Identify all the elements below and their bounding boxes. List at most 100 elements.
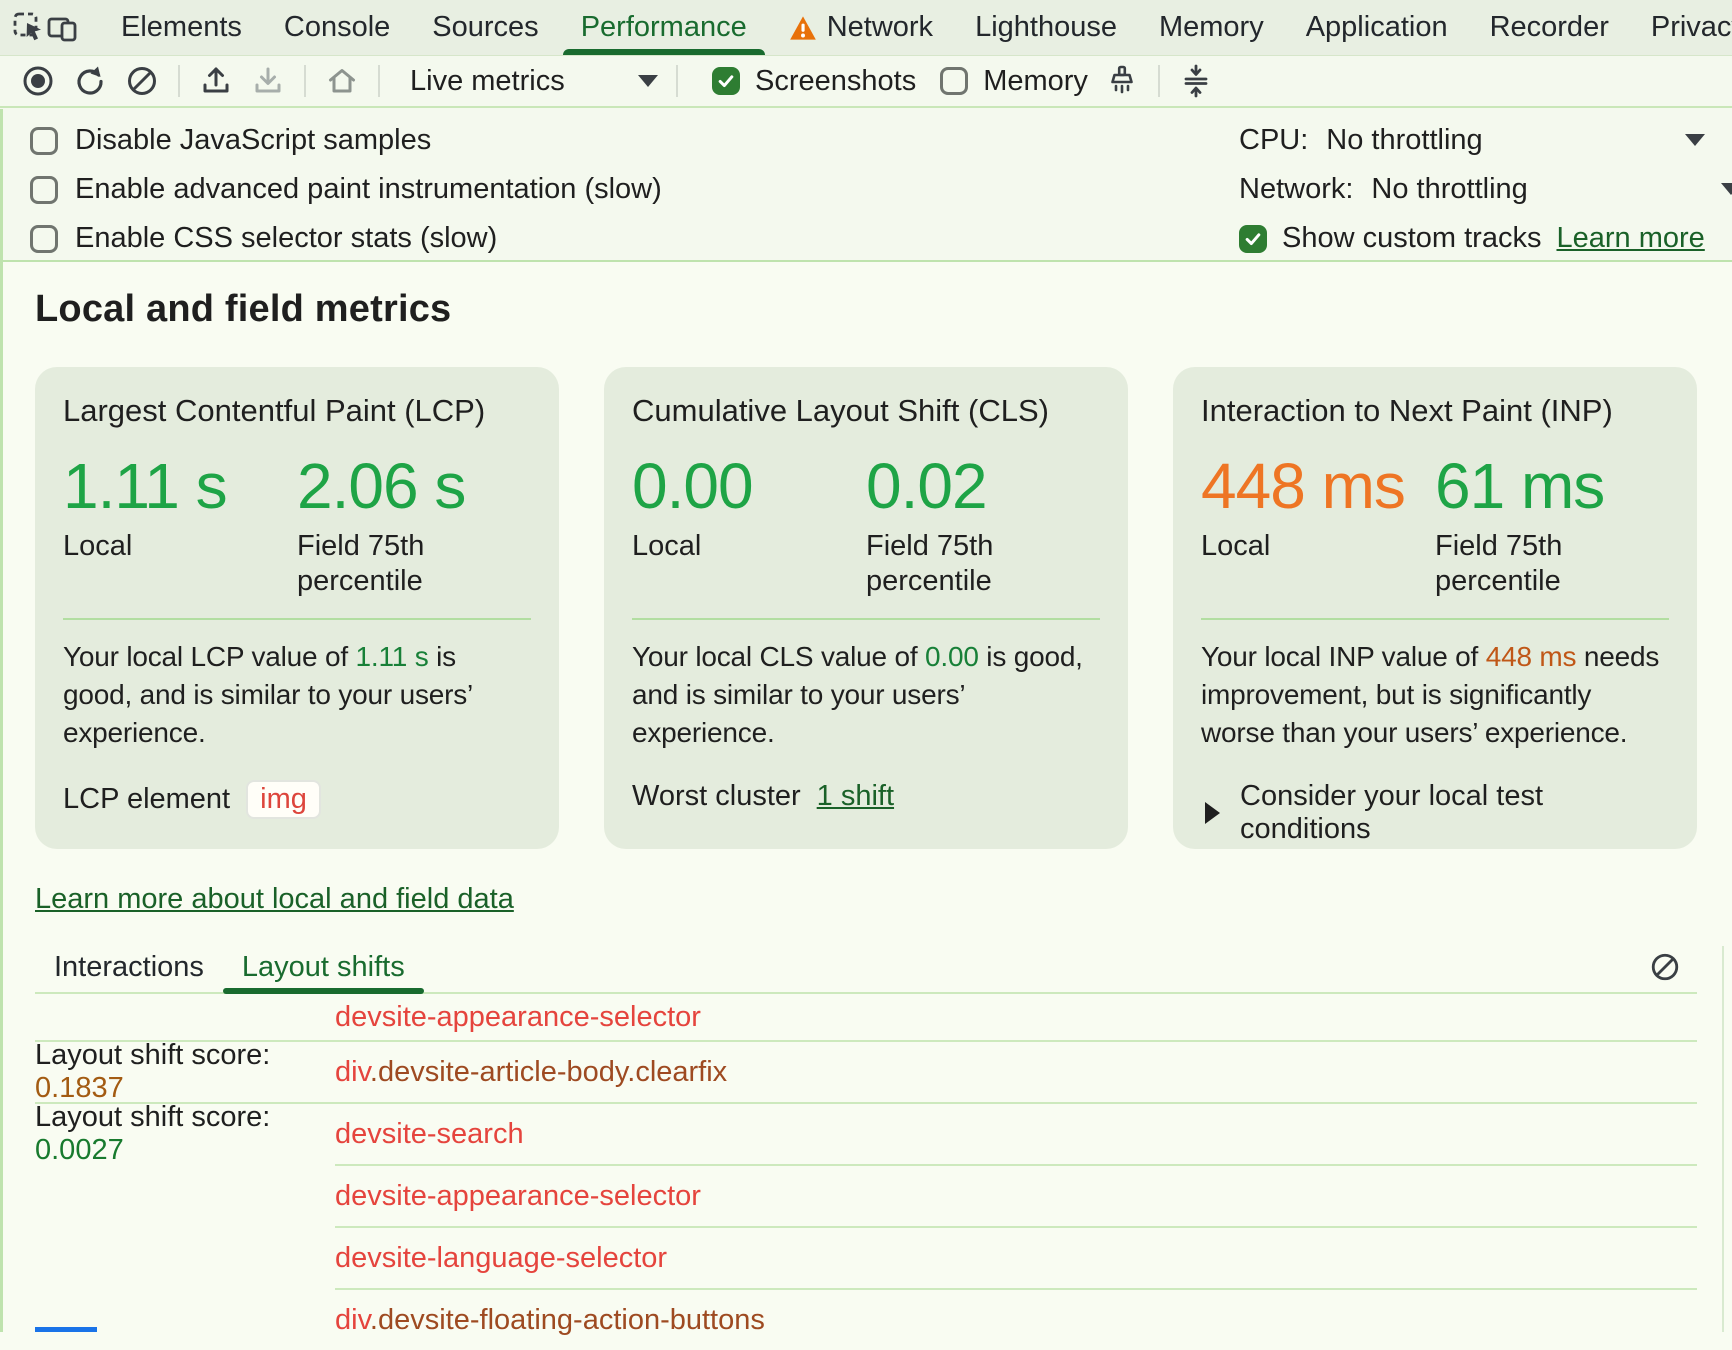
tab-memory[interactable]: Memory bbox=[1138, 0, 1285, 55]
screenshots-checkbox[interactable] bbox=[712, 67, 740, 95]
panel-mode-label: Live metrics bbox=[410, 65, 565, 98]
row-element-cell: devsite-appearance-selector bbox=[335, 1180, 701, 1213]
clear-log-icon[interactable] bbox=[1649, 951, 1681, 983]
cls-card-title: Cumulative Layout Shift (CLS) bbox=[632, 393, 1100, 429]
memory-checkbox[interactable] bbox=[940, 67, 968, 95]
warning-icon bbox=[789, 15, 817, 41]
save-profile-icon[interactable] bbox=[242, 60, 294, 102]
row-element-cell: div.devsite-article-body.clearfix bbox=[335, 1056, 727, 1089]
clear-icon[interactable] bbox=[116, 60, 168, 102]
row-element-cell: devsite-search bbox=[335, 1118, 524, 1151]
divider bbox=[178, 65, 180, 97]
worst-cluster-link[interactable]: 1 shift bbox=[817, 780, 894, 813]
local-test-conditions-disclosure[interactable]: Consider your local test conditions bbox=[1201, 780, 1669, 846]
element-link[interactable]: devsite-appearance-selector bbox=[335, 1180, 701, 1212]
local-label: Local bbox=[1201, 529, 1435, 564]
tab-interactions[interactable]: Interactions bbox=[35, 942, 223, 992]
advanced-paint-checkbox[interactable] bbox=[30, 176, 58, 204]
field-label: Field 75th percentile bbox=[866, 529, 1100, 600]
tab-recorder[interactable]: Recorder bbox=[1469, 0, 1630, 55]
inp-field-value: 61 ms bbox=[1435, 449, 1669, 523]
check-icon bbox=[716, 71, 736, 91]
tab-privacy-sandbox[interactable]: Privacy Sand bbox=[1630, 0, 1732, 55]
inp-field-value-block: 61 ms Field 75th percentile bbox=[1435, 449, 1669, 600]
advanced-paint-label: Enable advanced paint instrumentation (s… bbox=[75, 173, 662, 206]
row-element-cell: devsite-language-selector bbox=[335, 1242, 667, 1275]
worst-cluster-label: Worst cluster bbox=[632, 780, 801, 813]
live-metrics-view: Local and field metrics Largest Contentf… bbox=[0, 288, 1732, 1350]
lcp-description: Your local LCP value of 1.11 s is good, … bbox=[63, 638, 531, 752]
inp-inline-value: 448 ms bbox=[1486, 641, 1577, 672]
inp-local-value-block: 448 ms Local bbox=[1201, 449, 1435, 600]
home-icon[interactable] bbox=[316, 60, 368, 102]
screenshots-label: Screenshots bbox=[755, 65, 916, 98]
tab-performance[interactable]: Performance bbox=[560, 0, 768, 55]
tab-elements[interactable]: Elements bbox=[100, 0, 263, 55]
scrollbar[interactable] bbox=[1722, 946, 1724, 1332]
inp-description: Your local INP value of 448 ms needs imp… bbox=[1201, 638, 1669, 752]
throttling-column: CPU: No throttling Network: No throttlin… bbox=[1239, 116, 1732, 263]
inp-card: Interaction to Next Paint (INP) 448 ms L… bbox=[1173, 367, 1697, 849]
inspect-element-icon[interactable] bbox=[12, 5, 46, 51]
tab-label: Interactions bbox=[54, 951, 204, 984]
table-row: div.devsite-floating-action-buttons bbox=[35, 1290, 1697, 1350]
performance-toolbar: Live metrics Screenshots Memory bbox=[0, 56, 1732, 108]
field-label: Field 75th percentile bbox=[1435, 529, 1669, 600]
element-link[interactable]: devsite-search bbox=[335, 1118, 524, 1150]
tab-lighthouse[interactable]: Lighthouse bbox=[954, 0, 1138, 55]
cls-local-value: 0.00 bbox=[632, 449, 866, 523]
tab-console[interactable]: Console bbox=[263, 0, 411, 55]
tab-network[interactable]: Network bbox=[768, 0, 954, 55]
layout-shifts-table: devsite-appearance-selector Layout shift… bbox=[35, 994, 1697, 1350]
chevron-down-icon[interactable] bbox=[1685, 134, 1705, 146]
table-row: devsite-language-selector bbox=[35, 1228, 1697, 1288]
row-score-cell: Layout shift score: 0.0027 bbox=[35, 1101, 335, 1167]
load-profile-icon[interactable] bbox=[190, 60, 242, 102]
disable-js-samples-label: Disable JavaScript samples bbox=[75, 124, 431, 157]
lcp-field-value-block: 2.06 s Field 75th percentile bbox=[297, 449, 531, 600]
network-throttling-select[interactable]: No throttling bbox=[1371, 173, 1527, 206]
lcp-inline-value: 1.11 s bbox=[356, 641, 429, 672]
tab-application[interactable]: Application bbox=[1285, 0, 1469, 55]
tab-label: Sources bbox=[432, 11, 538, 44]
cls-inline-value: 0.00 bbox=[925, 641, 979, 672]
custom-tracks-row: Show custom tracks Learn more bbox=[1239, 214, 1732, 263]
element-link[interactable]: devsite-language-selector bbox=[335, 1242, 667, 1274]
memory-label: Memory bbox=[983, 65, 1088, 98]
local-label: Local bbox=[632, 529, 866, 564]
css-selector-stats-label: Enable CSS selector stats (slow) bbox=[75, 222, 497, 255]
tab-label: Privacy Sand bbox=[1651, 11, 1732, 44]
record-icon[interactable] bbox=[12, 60, 64, 102]
lcp-card-title: Largest Contentful Paint (LCP) bbox=[63, 393, 531, 429]
collect-garbage-icon[interactable] bbox=[1096, 60, 1148, 102]
custom-tracks-checkbox[interactable] bbox=[1239, 225, 1267, 253]
tab-label: Elements bbox=[121, 11, 242, 44]
custom-tracks-learn-more-link[interactable]: Learn more bbox=[1556, 222, 1704, 255]
tab-label: Memory bbox=[1159, 11, 1264, 44]
memory-toggle[interactable]: Memory bbox=[940, 65, 1088, 98]
field-data-learn-more-link[interactable]: Learn more about local and field data bbox=[35, 883, 514, 915]
element-link[interactable]: devsite-appearance-selector bbox=[335, 1001, 701, 1033]
table-row: devsite-appearance-selector bbox=[35, 1166, 1697, 1226]
cpu-label: CPU: bbox=[1239, 124, 1308, 157]
collapse-icon[interactable] bbox=[1170, 60, 1222, 102]
row-element-cell: devsite-appearance-selector bbox=[335, 1001, 701, 1034]
element-link[interactable]: div bbox=[335, 1304, 370, 1336]
screenshots-toggle[interactable]: Screenshots bbox=[712, 65, 916, 98]
disable-js-samples-checkbox[interactable] bbox=[30, 127, 58, 155]
panel-mode-select[interactable]: Live metrics bbox=[404, 65, 666, 98]
inp-local-value: 448 ms bbox=[1201, 449, 1435, 523]
reload-and-record-icon[interactable] bbox=[64, 60, 116, 102]
element-link[interactable]: div bbox=[335, 1056, 370, 1088]
lcp-element-chip[interactable]: img bbox=[246, 780, 321, 819]
row-score-cell: Layout shift score: 0.1837 bbox=[35, 1039, 335, 1105]
css-selector-stats-checkbox[interactable] bbox=[30, 225, 58, 253]
tab-layout-shifts[interactable]: Layout shifts bbox=[223, 942, 424, 992]
network-throttling-row: Network: No throttling bbox=[1239, 165, 1732, 214]
score-prefix: Layout shift score: bbox=[35, 1039, 270, 1071]
device-toolbar-icon[interactable] bbox=[46, 5, 80, 51]
tab-sources[interactable]: Sources bbox=[411, 0, 559, 55]
cpu-throttling-select[interactable]: No throttling bbox=[1326, 124, 1482, 157]
capture-settings-panel: Disable JavaScript samples Enable advanc… bbox=[0, 108, 1732, 262]
chevron-down-icon[interactable] bbox=[1721, 183, 1732, 195]
